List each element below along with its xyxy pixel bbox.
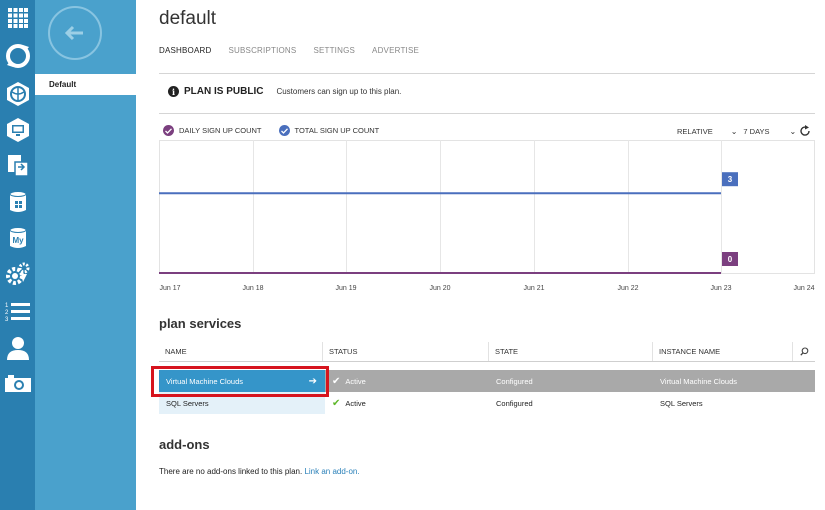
state-cell: Configured	[496, 398, 533, 408]
check-circle-icon	[278, 125, 290, 136]
status-text: Active	[345, 398, 366, 408]
automation-icon[interactable]	[0, 38, 35, 74]
divider	[159, 73, 815, 74]
range-dropdown[interactable]: 7 DAYS	[743, 127, 769, 136]
camera-icon[interactable]	[0, 366, 35, 402]
back-button[interactable]	[48, 6, 102, 60]
column-header-status[interactable]: STATUS	[323, 342, 489, 361]
table-header: NAME STATUS STATE INSTANCE NAME	[159, 342, 815, 362]
instance-cell: Virtual Machine Clouds	[660, 376, 737, 386]
divider	[159, 113, 815, 114]
refresh-icon[interactable]	[799, 125, 811, 137]
chevron-down-icon[interactable]: ⌄	[731, 127, 738, 136]
grid-icon[interactable]	[0, 0, 35, 36]
x-tick-label: Jun 18	[242, 285, 263, 292]
svg-text:2: 2	[5, 310, 9, 316]
column-header-name[interactable]: NAME	[159, 342, 323, 361]
legend-total[interactable]: TOTAL SIGN UP COUNT	[278, 125, 380, 136]
relative-dropdown[interactable]: RELATIVE	[677, 127, 713, 136]
settings-icon[interactable]	[0, 256, 35, 292]
x-tick-label: Jun 21	[523, 285, 544, 292]
check-circle-icon	[163, 125, 174, 136]
check-icon: ✔	[332, 397, 341, 409]
info-icon: i	[168, 86, 179, 97]
search-icon[interactable]	[793, 342, 815, 361]
chart-legend: DAILY SIGN UP COUNT TOTAL SIGN UP COUNT	[163, 125, 396, 136]
column-header-instance[interactable]: INSTANCE NAME	[653, 342, 793, 361]
plan-public-banner: i PLAN IS PUBLIC Customers can sign up t…	[168, 86, 401, 97]
signup-chart: Jun 17 Jun 18 Jun 19 Jun 20 Jun 21 Jun 22 Jun …	[159, 140, 815, 292]
virtual-machines-icon[interactable]	[0, 112, 35, 148]
services-heading: plan services	[159, 316, 242, 331]
tab-subscriptions[interactable]: SUBSCRIPTIONS	[228, 46, 296, 55]
back-arrow-icon	[64, 25, 83, 41]
plot-frame	[159, 140, 815, 274]
highlight-annotation	[151, 366, 329, 397]
instance-cell: SQL Servers	[660, 398, 703, 408]
left-nav-rail: My 1 2 3	[0, 0, 35, 510]
check-icon: ✔	[332, 375, 341, 387]
plans-icon[interactable]: 1 2 3	[0, 294, 35, 330]
legend-daily-label: DAILY SIGN UP COUNT	[179, 126, 262, 135]
x-tick-label: Jun 23	[710, 285, 731, 292]
provisioning-icon[interactable]	[0, 148, 35, 184]
tab-dashboard[interactable]: DASHBOARD	[159, 46, 211, 55]
chart-controls: RELATIVE ⌄ 7 DAYS ⌄	[677, 125, 811, 137]
x-tick-label: Jun 22	[617, 285, 638, 292]
svg-text:1: 1	[5, 303, 9, 309]
chevron-down-icon[interactable]: ⌄	[790, 127, 797, 136]
x-tick-label: Jun 20	[429, 285, 450, 292]
end-value-label: 0	[728, 255, 733, 264]
legend-total-label: TOTAL SIGN UP COUNT	[294, 126, 380, 135]
sql-database-icon[interactable]	[0, 184, 35, 220]
subnav-item-default[interactable]: Default	[35, 74, 136, 95]
user-icon[interactable]	[0, 330, 35, 366]
x-tick-label: Jun 17	[159, 285, 180, 292]
status-text: Active	[345, 376, 366, 386]
end-value-label: 3	[728, 175, 733, 184]
status-cell: ✔ Active	[325, 370, 489, 392]
status-cell: ✔ Active	[325, 392, 489, 414]
column-header-state[interactable]: STATE	[489, 342, 653, 361]
svg-text:My: My	[12, 236, 24, 245]
state-cell: Configured	[496, 376, 533, 386]
tab-settings[interactable]: SETTINGS	[313, 46, 355, 55]
page-title: default	[159, 8, 217, 29]
banner-title: PLAN IS PUBLIC	[184, 86, 264, 97]
tab-advertise[interactable]: ADVERTISE	[372, 46, 419, 55]
legend-daily[interactable]: DAILY SIGN UP COUNT	[163, 125, 262, 136]
svg-text:3: 3	[5, 317, 9, 323]
x-tick-label: Jun 19	[335, 285, 356, 292]
addons-empty-text: There are no add-ons linked to this plan…	[159, 467, 303, 476]
x-tick-label: Jun 24	[793, 285, 814, 292]
banner-text: Customers can sign up to this plan.	[276, 87, 402, 96]
web-sites-icon[interactable]	[0, 76, 35, 112]
addons-heading: add-ons	[159, 437, 210, 452]
addons-message: There are no add-ons linked to this plan…	[159, 467, 360, 476]
mysql-database-icon[interactable]: My	[0, 220, 35, 256]
tab-bar: DASHBOARD SUBSCRIPTIONS SETTINGS ADVERTI…	[159, 46, 419, 55]
link-add-on[interactable]: Link an add-on.	[304, 467, 359, 476]
